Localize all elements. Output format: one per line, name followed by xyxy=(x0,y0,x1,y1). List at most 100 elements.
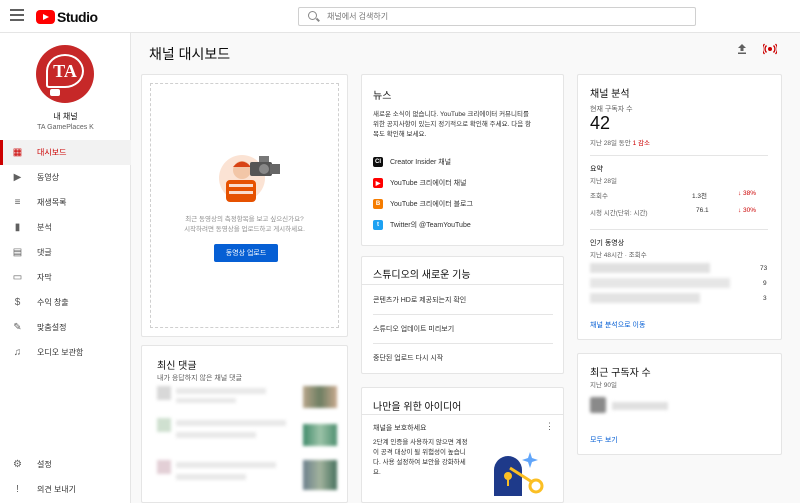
more-options-icon[interactable]: ⋮ xyxy=(545,421,554,432)
commenter-avatar xyxy=(157,418,171,432)
sidebar-item-label: 설정 xyxy=(37,460,52,469)
news-link[interactable]: B YouTube 크리에이터 블로그 xyxy=(373,199,473,209)
sidebar-item-label: 수익 창출 xyxy=(37,298,69,307)
avatar-youtube-badge-icon xyxy=(50,89,60,96)
top-video-title-placeholder[interactable] xyxy=(590,293,700,303)
top-video-title-placeholder[interactable] xyxy=(590,278,730,288)
news-link-label: Creator Insider 채널 xyxy=(390,159,452,166)
sidebar-item-label: 맞춤설정 xyxy=(37,323,67,332)
news-link[interactable]: t Twitter의 @TeamYouTube xyxy=(373,220,471,230)
sidebar-item-video[interactable]: ▶ 동영상 xyxy=(0,165,131,190)
news-link[interactable]: CI Creator Insider 채널 xyxy=(373,157,451,167)
subtitles-icon: ▭ xyxy=(12,272,23,283)
top-video-views: 73 xyxy=(760,265,768,272)
hamburger-menu-icon[interactable] xyxy=(10,9,24,23)
dashboard-icon: ▦ xyxy=(12,147,23,158)
avatar-logo: TA xyxy=(46,54,84,88)
news-body-line: 새로운 소식이 없습니다. YouTube 크리에이터 커뮤니티를 xyxy=(373,111,529,118)
sidebar-item-settings[interactable]: ⚙ 설정 xyxy=(0,452,131,477)
comment-video-thumbnail[interactable] xyxy=(303,386,337,408)
sidebar-item-dollar[interactable]: $ 수익 창출 xyxy=(0,290,131,315)
comment-text-placeholder xyxy=(176,474,246,480)
twitter-icon: t xyxy=(373,220,383,230)
ideas-title: 나만을 위한 아이디어 xyxy=(373,402,462,413)
channel-avatar[interactable]: TA xyxy=(36,45,94,103)
upload-icon[interactable] xyxy=(734,43,750,59)
news-body: 새로운 소식이 없습니다. YouTube 크리에이터 커뮤니티를 위한 공지사… xyxy=(373,110,531,140)
sidebar-item-analytics[interactable]: ▮ 분석 xyxy=(0,215,131,240)
sidebar-item-comments[interactable]: ▤ 댓글 xyxy=(0,240,131,265)
ideas-subtitle: 채널을 보호하세요 xyxy=(373,425,427,432)
analytics-icon: ▮ xyxy=(14,222,21,233)
sidebar-item-dashboard[interactable]: ▦ 대시보드 xyxy=(0,140,131,165)
news-body-line: 위한 공지사항이 있는지 정기적으로 확인해 주세요. 다음 항 xyxy=(373,121,531,128)
studio-news-item[interactable]: 스튜디오 업데이트 미리보기 xyxy=(373,324,454,334)
subs-value: 42 xyxy=(590,113,611,133)
studio-news-item[interactable]: 중단된 업로드 다시 시작 xyxy=(373,353,443,363)
feedback-icon: ! xyxy=(16,484,19,495)
top-bar: Studio xyxy=(0,0,800,33)
metric-change-watchtime: ↓ 30% xyxy=(738,207,757,214)
comment-text-placeholder xyxy=(176,388,266,394)
comments-subtitle: 내가 응답하지 않은 채널 댓글 xyxy=(157,375,243,382)
comments-icon: ▤ xyxy=(12,247,23,258)
channel-name: TA GamePlaces K xyxy=(37,124,94,131)
channel-title: 내 채널 xyxy=(53,112,78,121)
ideas-body-line: 다. 사용 설정하여 보안을 강화하세 xyxy=(373,459,466,466)
sidebar-item-playlist[interactable]: ≡ 재생목록 xyxy=(0,190,131,215)
divider xyxy=(373,314,553,315)
search-input[interactable] xyxy=(327,8,687,25)
analytics-title: 채널 분석 xyxy=(590,89,630,100)
subscriber-name-placeholder[interactable] xyxy=(612,402,668,410)
sidebar-item-customization[interactable]: ✎ 맞춤설정 xyxy=(0,315,131,340)
subscriber-avatar[interactable] xyxy=(590,397,606,413)
comment-text-placeholder xyxy=(176,398,236,403)
comment-video-thumbnail[interactable] xyxy=(303,460,337,490)
app-name: Studio xyxy=(57,9,98,25)
go-live-icon[interactable] xyxy=(762,43,778,59)
divider xyxy=(590,155,768,156)
sidebar-item-subtitles[interactable]: ▭ 자막 xyxy=(0,265,131,290)
top-videos-period: 지난 48시간 · 조회수 xyxy=(590,252,647,259)
news-link-label: Twitter의 @TeamYouTube xyxy=(390,222,471,229)
video-icon: ▶ xyxy=(13,172,22,183)
top-video-title-placeholder[interactable] xyxy=(590,263,710,273)
studio-news-item[interactable]: 콘텐츠가 HD로 제공되는지 확인 xyxy=(373,295,466,305)
subs-change: 1 감소 xyxy=(632,140,650,147)
youtube-creators-icon: ▶ xyxy=(373,178,383,188)
metric-value-watchtime: 76.1 xyxy=(696,207,709,214)
news-link[interactable]: ▶ YouTube 크리에이터 채널 xyxy=(373,178,466,188)
divider xyxy=(361,414,564,415)
upload-hint-line2: 시작하려면 동영상을 업로드하고 게시하세요. xyxy=(184,226,305,233)
news-link-label: YouTube 크리에이터 채널 xyxy=(390,180,467,187)
news-title: 뉴스 xyxy=(373,91,392,102)
blogger-icon: B xyxy=(373,199,383,209)
studio-logo[interactable]: Studio xyxy=(36,9,98,25)
divider xyxy=(590,229,768,230)
sidebar-item-label: 오디오 보관함 xyxy=(37,348,84,357)
sidebar-item-label: 의견 보내기 xyxy=(37,485,77,494)
sidebar-item-label: 동영상 xyxy=(37,173,60,182)
sidebar-item-label: 댓글 xyxy=(37,248,52,257)
divider xyxy=(373,343,553,344)
top-video-views: 9 xyxy=(763,280,767,287)
ideas-body-line: 이 공격 대상이 될 위험성이 높습니 xyxy=(373,449,466,456)
upload-illustration xyxy=(219,155,280,202)
upload-video-button[interactable]: 동영상 업로드 xyxy=(214,244,278,262)
top-video-views: 3 xyxy=(763,295,767,302)
go-to-analytics-link[interactable]: 채널 분석으로 이동 xyxy=(590,320,645,330)
comment-video-thumbnail[interactable] xyxy=(303,424,337,446)
see-all-subscribers-link[interactable]: 모두 보기 xyxy=(590,435,618,445)
creator-insider-icon: CI xyxy=(373,157,383,167)
ideas-body-line: 요. xyxy=(373,469,381,476)
news-body-line: 목도 확인해 보세요. xyxy=(373,131,427,138)
sidebar-item-feedback[interactable]: ! 의견 보내기 xyxy=(0,477,131,502)
recent-subscribers-title: 최근 구독자 수 xyxy=(590,368,651,379)
upload-hint-line1: 최근 동영상의 측정항목을 보고 싶으신가요? xyxy=(185,216,304,223)
sidebar-item-audio-library[interactable]: ♫ 오디오 보관함 xyxy=(0,340,131,365)
top-videos-title: 인기 동영상 xyxy=(590,240,625,247)
dollar-icon: $ xyxy=(14,297,21,308)
search-box[interactable] xyxy=(298,7,696,26)
metric-label-watchtime: 시청 시간(단위: 시간) xyxy=(590,210,648,217)
ideas-body-line: 2단계 인증을 사용하지 않으면 계정 xyxy=(373,439,468,446)
